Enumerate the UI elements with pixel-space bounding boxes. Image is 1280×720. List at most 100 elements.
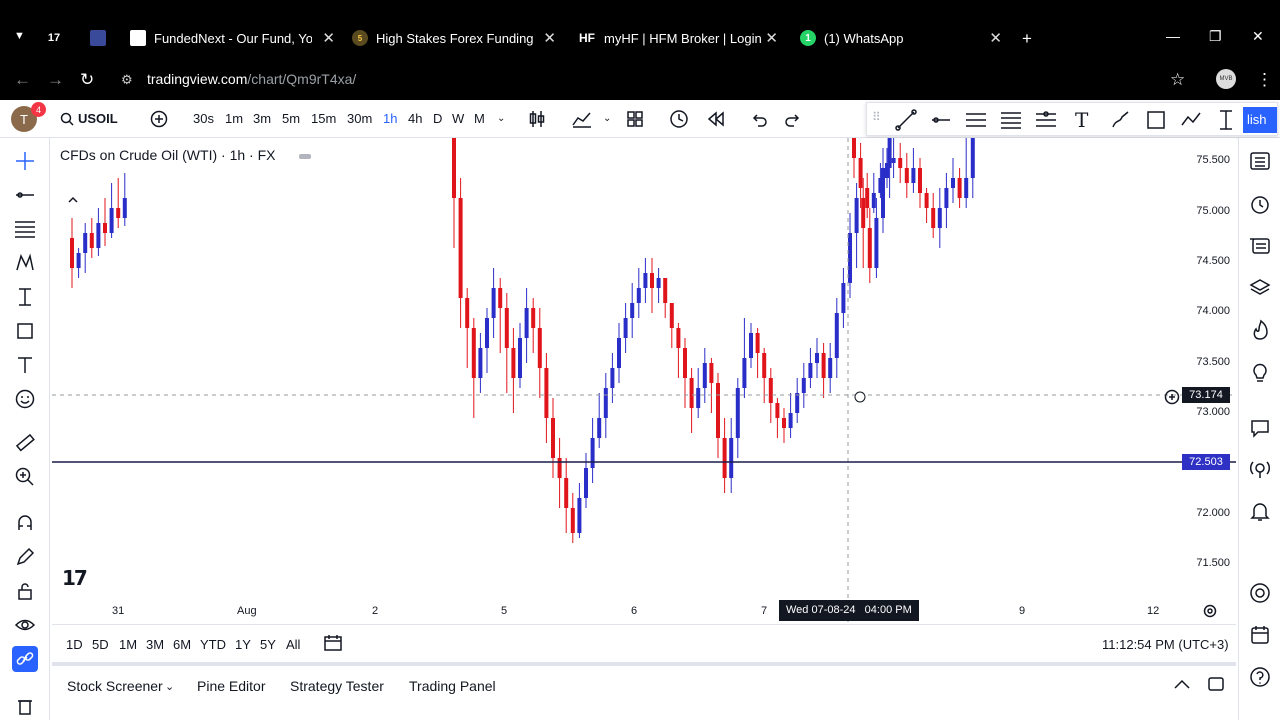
range-3m[interactable]: 3M <box>146 637 164 652</box>
range-ytd[interactable]: YTD <box>200 637 226 652</box>
streams-button[interactable] <box>1247 456 1273 482</box>
interval-4h[interactable]: 4h <box>408 111 422 126</box>
interval-w[interactable]: W <box>452 111 464 126</box>
interval-1h[interactable]: 1h <box>383 111 397 126</box>
compare-add-icon[interactable] <box>150 110 168 128</box>
fib-retracement-icon[interactable] <box>1000 109 1022 131</box>
stay-in-drawing-tool[interactable] <box>12 544 38 570</box>
chats-button[interactable] <box>1247 415 1273 441</box>
price-chart[interactable] <box>52 123 1236 624</box>
timezone-clock[interactable]: 11:12:54 PM (UTC+3) <box>1102 637 1229 652</box>
symbol-search-button[interactable]: USOIL <box>78 111 118 126</box>
brush-icon[interactable] <box>1110 109 1132 131</box>
pitchfork-icon[interactable] <box>1035 109 1057 131</box>
replay-icon[interactable] <box>706 110 726 128</box>
publish-button[interactable]: lish <box>1243 107 1277 133</box>
range-5y[interactable]: 5Y <box>260 637 276 652</box>
range-all[interactable]: All <box>286 637 300 652</box>
layout-grid-icon[interactable] <box>626 110 644 128</box>
go-to-date-calendar-icon[interactable] <box>323 634 343 652</box>
interval-30m[interactable]: 30m <box>347 111 372 126</box>
profile-avatar-icon[interactable]: MVB <box>1216 69 1236 89</box>
ruler-tool[interactable] <box>12 430 38 456</box>
crosshair-tool[interactable] <box>12 148 38 174</box>
legend-collapse-icon[interactable] <box>299 153 312 159</box>
price-axis[interactable]: 75.500 75.000 74.500 74.000 73.500 73.00… <box>1180 138 1236 624</box>
zoom-tool[interactable] <box>12 464 38 490</box>
interval-1m[interactable]: 1m <box>225 111 243 126</box>
help-button[interactable] <box>1247 664 1273 690</box>
sync-drawings-tool[interactable] <box>12 646 38 672</box>
interval-3m[interactable]: 3m <box>253 111 271 126</box>
range-1m[interactable]: 1M <box>119 637 137 652</box>
rectangle-icon[interactable] <box>1145 109 1167 131</box>
chart-settings-gear-icon[interactable] <box>1202 603 1218 619</box>
tab-whatsapp[interactable]: 1 (1) WhatsApp ✕ <box>800 24 1002 52</box>
bookmark-star-icon[interactable]: ☆ <box>1170 70 1185 90</box>
calendar-button[interactable] <box>1247 622 1273 648</box>
range-1d[interactable]: 1D <box>66 637 83 652</box>
tab-trading-panel[interactable]: Trading Panel <box>409 678 496 694</box>
stock-screener-dropdown-icon[interactable]: ⌄ <box>165 680 174 693</box>
candles-icon[interactable] <box>528 109 546 129</box>
projection-tool[interactable] <box>12 284 38 310</box>
reload-icon[interactable]: ↻ <box>80 70 94 90</box>
legend-arrow-icon[interactable] <box>67 194 79 206</box>
tab-stock-screener[interactable]: Stock Screener <box>67 678 163 694</box>
emoji-tool[interactable] <box>12 386 38 412</box>
layers-button[interactable] <box>1247 275 1273 301</box>
alerts-button[interactable] <box>1247 191 1273 217</box>
tab-hfm[interactable]: HF myHF | HFM Broker | Login ✕ <box>578 24 778 52</box>
indicators-icon[interactable] <box>571 109 593 129</box>
tab-fundednext[interactable]: FundedNext - Our Fund, Your P ✕ <box>130 24 335 52</box>
tab-list-chevron-icon[interactable]: ▼ <box>14 30 25 42</box>
parallel-channel-icon[interactable] <box>965 109 987 131</box>
shapes-tool[interactable] <box>12 318 38 344</box>
interval-5m[interactable]: 5m <box>282 111 300 126</box>
close-tab-icon[interactable]: ✕ <box>765 29 778 47</box>
hide-drawings-tool[interactable] <box>12 612 38 638</box>
object-tree-button[interactable] <box>1247 233 1273 259</box>
pattern-tool[interactable] <box>12 250 38 276</box>
notifications-button[interactable] <box>1247 498 1273 524</box>
lock-drawings-tool[interactable] <box>12 578 38 604</box>
interval-d[interactable]: D <box>433 111 442 126</box>
site-info-icon[interactable]: ⚙ <box>121 72 133 88</box>
redo-icon[interactable] <box>784 110 802 128</box>
tab-chart[interactable] <box>90 24 120 52</box>
expand-panel-chevron-up-icon[interactable] <box>1172 677 1192 691</box>
chart-pane[interactable]: 17 <box>52 123 1236 624</box>
indicators-dropdown-icon[interactable]: ⌄ <box>603 113 611 124</box>
ideas-button[interactable] <box>1247 360 1273 386</box>
dom-button[interactable] <box>1247 580 1273 606</box>
text-tool[interactable] <box>12 352 38 378</box>
fib-tool[interactable] <box>12 216 38 242</box>
range-6m[interactable]: 6M <box>173 637 191 652</box>
interval-m[interactable]: M <box>474 111 485 126</box>
url-field[interactable]: tradingview.com/chart/Qm9rT4xa/ <box>147 71 356 87</box>
time-axis[interactable]: 31 Aug 2 5 6 7 9 12 Wed 07-08-24 04:00 P… <box>52 600 1236 622</box>
interval-30s[interactable]: 30s <box>193 111 214 126</box>
delete-drawings-tool[interactable] <box>12 696 38 716</box>
trend-line-icon[interactable] <box>895 109 917 131</box>
path-icon[interactable] <box>1180 109 1202 131</box>
maximize-panel-icon[interactable] <box>1207 676 1225 692</box>
alert-clock-icon[interactable] <box>668 108 690 130</box>
tab-5ers[interactable]: 5 High Stakes Forex Funding Prog ✕ <box>352 24 556 52</box>
close-tab-icon[interactable]: ✕ <box>322 29 335 47</box>
drag-handle-icon[interactable]: ⠿ <box>872 110 881 124</box>
new-tab-icon[interactable]: + <box>1022 29 1032 49</box>
close-window-icon[interactable]: ✕ <box>1252 28 1264 45</box>
restore-icon[interactable]: ❐ <box>1209 28 1222 45</box>
minimize-icon[interactable]: — <box>1166 28 1180 44</box>
horizontal-ray-icon[interactable] <box>930 109 952 131</box>
watchlist-button[interactable] <box>1247 148 1273 174</box>
range-1y[interactable]: 1Y <box>235 637 251 652</box>
long-position-icon[interactable] <box>1215 109 1237 131</box>
trend-line-tool[interactable] <box>12 182 38 208</box>
tab-pine-editor[interactable]: Pine Editor <box>197 678 265 694</box>
add-alert-plus-icon[interactable] <box>1164 389 1180 405</box>
tab-tradingview[interactable]: 17 <box>46 24 76 52</box>
back-icon[interactable]: ← <box>14 70 31 90</box>
magnet-tool[interactable] <box>12 510 38 536</box>
